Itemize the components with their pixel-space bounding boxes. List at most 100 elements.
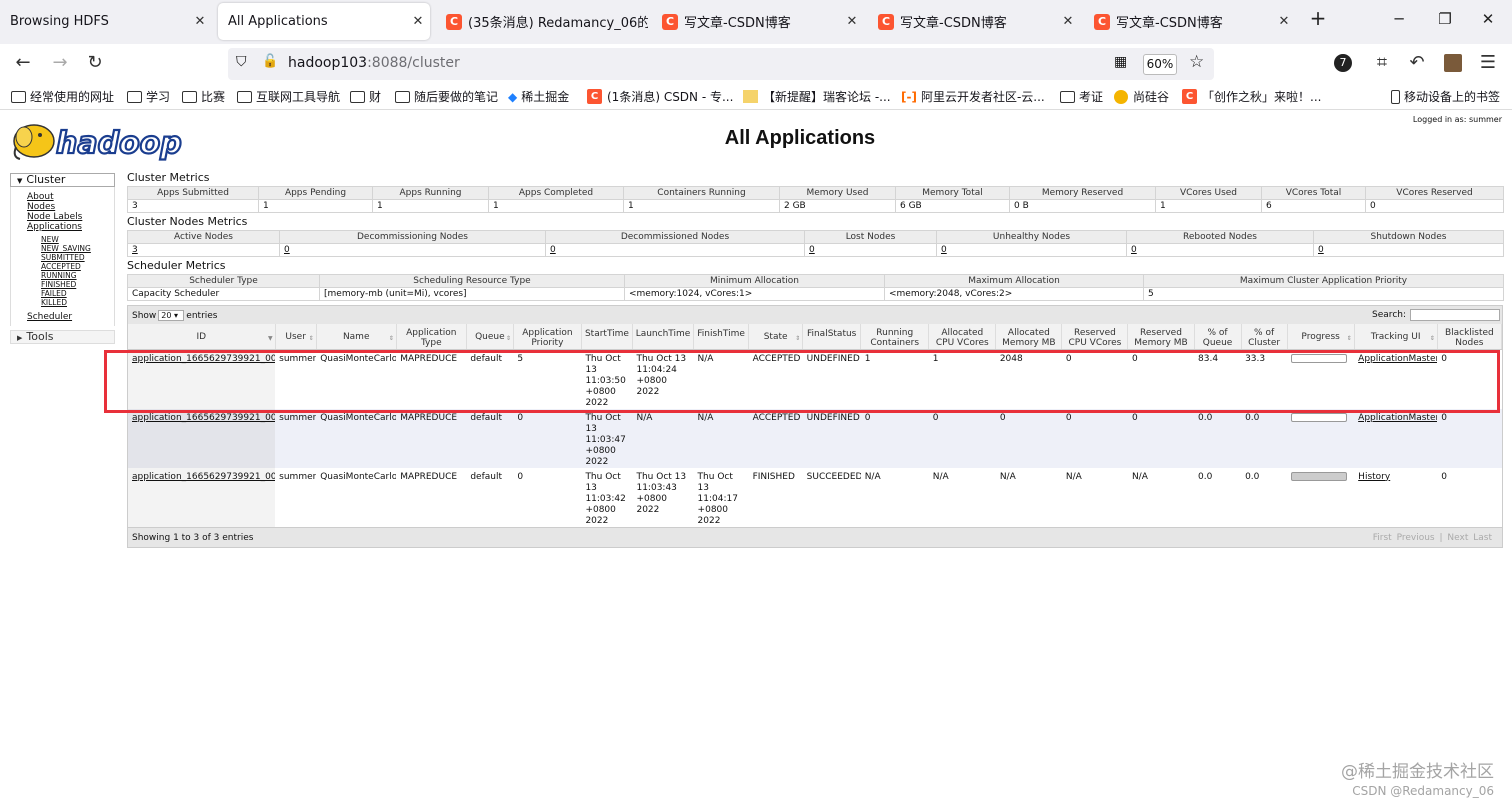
column-header-launchtime[interactable]: LaunchTime [632,324,695,350]
close-icon[interactable]: ✕ [840,14,864,29]
minimize-icon[interactable]: ─ [1384,10,1414,28]
column-header-user[interactable]: User ⇕ [275,324,317,350]
column-header-name[interactable]: Name ⇕ [316,324,397,350]
bookmark-item[interactable]: 经常使用的网址 [11,88,114,105]
tab-browsing-hdfs[interactable]: Browsing HDFS ✕ [0,3,212,40]
bookmark-item[interactable]: 随后要做的笔记 [395,88,498,105]
extension-badge-icon[interactable]: 7 [1334,54,1352,72]
crop-icon[interactable]: ⌗ [1369,52,1395,73]
tracking-ui-link[interactable]: History [1354,467,1438,527]
column-header-running-containers[interactable]: Running Containers [860,324,930,350]
sidebar-tools-header[interactable]: ▶ Tools [10,330,115,344]
application-id-link[interactable]: application_1665629739921_0001 [128,467,276,527]
column-header-pct-queue[interactable]: % of Queue [1194,324,1242,350]
insecure-lock-icon[interactable]: 🔓 [262,54,278,69]
column-header-reserved-cpu[interactable]: Reserved CPU VCores [1061,324,1129,350]
menu-icon[interactable]: ☰ [1475,52,1501,73]
sidebar-state-submitted[interactable]: SUBMITTED [27,253,114,262]
sidebar-state-new[interactable]: NEW [27,235,114,244]
shield-icon[interactable]: ⛉ [236,54,247,70]
bookmark-item[interactable]: ◆ 稀土掘金 [508,88,569,105]
column-header-starttime[interactable]: StartTime [581,324,633,350]
active-nodes-link[interactable]: 3 [127,243,280,257]
sidebar-cluster-header[interactable]: ▼ Cluster [10,173,115,187]
rebooted-nodes-link[interactable]: 0 [1126,243,1314,257]
first-page-button[interactable]: First [1373,533,1392,543]
bookmark-item[interactable]: 尚硅谷 [1114,88,1169,105]
lost-nodes-link[interactable]: 0 [804,243,937,257]
bookmark-item[interactable]: 移动设备上的书签 [1391,88,1500,105]
tab-csdn-write-2[interactable]: C 写文章-CSDN博客 ✕ [868,3,1080,40]
column-header-id[interactable]: ID ▼ [128,324,276,350]
tab-csdn-write-3[interactable]: C 写文章-CSDN博客 ✕ [1084,3,1296,40]
decommissioning-nodes-link[interactable]: 0 [279,243,546,257]
reload-icon[interactable]: ↻ [82,52,108,73]
tab-csdn-messages[interactable]: C (35条消息) Redamancy_06的 [436,3,648,40]
column-header-tracking-ui[interactable]: Tracking UI ⇕ [1354,324,1438,350]
zoom-level[interactable]: 60% [1143,54,1177,75]
sidebar-state-finished[interactable]: FINISHED [27,280,114,289]
column-header-progress[interactable]: Progress ⇕ [1287,324,1355,350]
close-icon[interactable]: ✕ [1056,14,1080,29]
sidebar-state-running[interactable]: RUNNING [27,271,114,280]
application-id-link[interactable]: application_1665629739921_0003 [128,349,276,409]
column-header-pct-cluster[interactable]: % of Cluster [1241,324,1288,350]
hadoop-logo[interactable]: hadoop [10,117,190,165]
tracking-ui-link[interactable]: ApplicationMaster [1354,349,1438,409]
unhealthy-nodes-link[interactable]: 0 [936,243,1127,257]
undo-icon[interactable]: ↶ [1404,52,1430,73]
shutdown-nodes-link[interactable]: 0 [1313,243,1504,257]
sidebar-item-nodes[interactable]: Nodes [27,202,114,212]
previous-page-button[interactable]: Previous [1397,533,1435,543]
last-page-button[interactable]: Last [1473,533,1492,543]
restore-icon[interactable]: ❐ [1430,10,1460,28]
sidebar-state-new-saving[interactable]: NEW_SAVING [27,244,114,253]
profile-avatar-icon[interactable] [1444,54,1462,72]
close-window-icon[interactable]: ✕ [1473,10,1503,28]
bookmark-item[interactable]: 【新提醒】瑞客论坛 -... [743,88,891,105]
column-header-type[interactable]: Application Type [396,324,467,350]
column-header-allocated-cpu[interactable]: Allocated CPU VCores [928,324,997,350]
tab-all-applications[interactable]: All Applications ✕ [218,3,430,40]
bookmark-item[interactable]: 考证 [1060,88,1103,105]
bookmark-item[interactable]: C 「创作之秋」来啦！... [1182,88,1321,105]
sidebar-item-about[interactable]: About [27,192,114,202]
close-icon[interactable]: ✕ [1272,14,1296,29]
column-header-finalstatus[interactable]: FinalStatus [802,324,862,350]
url-text[interactable]: hadoop103:8088/cluster [288,55,460,71]
tracking-ui-link[interactable]: ApplicationMaster [1354,408,1438,468]
sidebar-state-killed[interactable]: KILLED [27,298,114,307]
column-header-priority[interactable]: Application Priority [513,324,582,350]
bookmark-item[interactable]: 财 [350,88,381,105]
page-length-select[interactable]: 20 ▾ [158,310,185,321]
sidebar-item-scheduler[interactable]: Scheduler [27,312,114,322]
bookmark-item[interactable]: 学习 [127,88,170,105]
address-bar[interactable]: ⛉ 🔓 hadoop103:8088/cluster ▦ 60% ☆ [228,48,1214,80]
application-id-link[interactable]: application_1665629739921_0002 [128,408,276,468]
qr-code-icon[interactable]: ▦ [1114,54,1127,70]
next-page-button[interactable]: Next [1447,533,1468,543]
column-header-blacklisted[interactable]: Blacklisted Nodes [1437,324,1503,350]
new-tab-button[interactable]: + [1303,6,1333,30]
column-header-finishtime[interactable]: FinishTime [693,324,750,350]
bookmark-star-icon[interactable]: ☆ [1189,52,1204,72]
column-header-queue[interactable]: Queue ⇕ [466,324,514,350]
close-icon[interactable]: ✕ [188,14,212,29]
search-input[interactable] [1410,309,1500,321]
column-header-allocated-memory[interactable]: Allocated Memory MB [995,324,1063,350]
bookmark-item[interactable]: C (1条消息) CSDN - 专... [587,88,733,105]
back-icon[interactable]: ← [10,52,36,73]
forward-icon[interactable]: → [47,52,73,73]
decommissioned-nodes-link[interactable]: 0 [545,243,805,257]
bookmark-item[interactable]: 比赛 [182,88,225,105]
tab-csdn-write-1[interactable]: C 写文章-CSDN博客 ✕ [652,3,864,40]
sidebar-item-node-labels[interactable]: Node Labels [27,212,114,222]
close-icon[interactable]: ✕ [406,14,430,29]
sidebar-state-failed[interactable]: FAILED [27,289,114,298]
sidebar-state-accepted[interactable]: ACCEPTED [27,262,114,271]
bookmark-item[interactable]: 互联网工具导航 [237,88,340,105]
sidebar-item-applications[interactable]: Applications [27,222,114,232]
column-header-reserved-memory[interactable]: Reserved Memory MB [1127,324,1195,350]
bookmark-item[interactable]: [-] 阿里云开发者社区-云... [901,88,1045,105]
column-header-state[interactable]: State ⇕ [748,324,804,350]
